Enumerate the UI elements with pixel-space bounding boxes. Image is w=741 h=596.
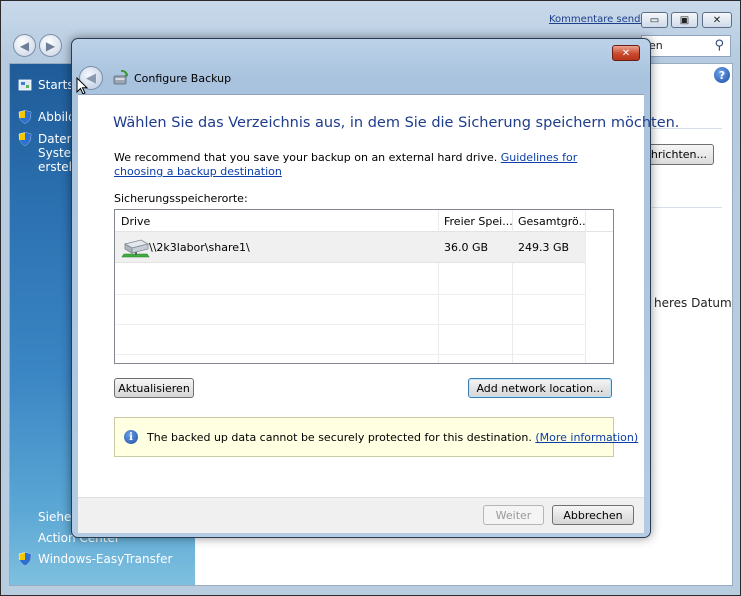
forward-button[interactable]: ▶ (39, 34, 62, 57)
shield-icon (18, 132, 32, 146)
forward-arrow-icon: ▶ (45, 38, 56, 53)
dialog-footer: Weiter Abbrechen (78, 497, 644, 533)
shield-icon (18, 110, 32, 124)
maximize-icon: ▣ (679, 14, 690, 26)
drive-name: \\2k3labor\share1\ (149, 241, 250, 254)
dialog-title: Configure Backup (134, 72, 232, 85)
recommendation-text: We recommend that you save your backup o… (114, 151, 578, 178)
add-network-location-button[interactable]: Add network location... (468, 378, 612, 398)
next-button[interactable]: Weiter (483, 505, 544, 525)
row-divider (115, 354, 585, 355)
search-icon[interactable]: ⚲ (714, 38, 724, 53)
more-information-link[interactable]: (More information) (535, 431, 638, 444)
column-header-drive[interactable]: Drive (115, 210, 438, 232)
column-header-total-size[interactable]: Gesamtgrö... (512, 210, 585, 232)
maximize-button[interactable]: ▣ (671, 12, 698, 28)
minimize-button[interactable]: ▭ (641, 12, 668, 28)
drive-free-space: 36.0 GB (444, 241, 489, 254)
close-icon: ✕ (712, 14, 722, 26)
table-row[interactable]: \\2k3labor\share1\ 36.0 GB 249.3 GB (115, 232, 585, 263)
backup-app-icon (113, 70, 128, 85)
row-divider (115, 294, 585, 295)
backup-locations-label: Sicherungsspeicherorte: (114, 192, 248, 205)
row-divider (115, 324, 585, 325)
cancel-button[interactable]: Abbrechen (552, 505, 634, 525)
mouse-cursor-icon (76, 77, 88, 95)
security-warning-text: The backed up data cannot be securely pr… (147, 431, 639, 444)
configure-backup-dialog: ✕ ◀ Configure Backup Wählen Sie das Verz… (71, 38, 679, 538)
search-input[interactable]: en ⚲ (641, 35, 731, 57)
help-icon[interactable]: ? (714, 67, 730, 83)
dialog-close-button[interactable]: ✕ (612, 45, 640, 61)
sidebar-item-easy-transfer[interactable]: Windows-EasyTransfer (18, 552, 172, 566)
refresh-button[interactable]: Aktualisieren (114, 378, 194, 398)
control-panel-icon (18, 79, 32, 91)
network-drive-icon (121, 239, 150, 258)
close-icon: ✕ (621, 47, 631, 59)
feedback-link[interactable]: Kommentare senden (549, 14, 653, 25)
column-header-free-space[interactable]: Freier Spei... (438, 210, 512, 232)
back-arrow-icon: ◀ (19, 38, 30, 53)
search-text: en (649, 39, 663, 52)
page-title: Wählen Sie das Verzeichnis aus, in dem S… (113, 115, 680, 131)
drive-total-size: 249.3 GB (518, 241, 570, 254)
security-warning-box: i The backed up data cannot be securely … (114, 417, 638, 457)
setup-backup-button[interactable]: hrichten... (644, 144, 714, 165)
back-button[interactable]: ◀ (13, 34, 36, 57)
column-divider (585, 210, 586, 363)
table-header: Drive Freier Spei... Gesamtgrö... (115, 210, 613, 232)
schedule-info-text: heres Datum (654, 296, 732, 310)
shield-icon (18, 552, 32, 566)
info-icon: i (124, 430, 138, 444)
dialog-body: Wählen Sie das Verzeichnis aus, in dem S… (78, 94, 679, 497)
divider (652, 207, 722, 208)
close-button[interactable]: ✕ (702, 12, 732, 28)
backup-destinations-table: Drive Freier Spei... Gesamtgrö... \\2k3l… (114, 209, 614, 364)
minimize-icon: ▭ (649, 14, 660, 26)
